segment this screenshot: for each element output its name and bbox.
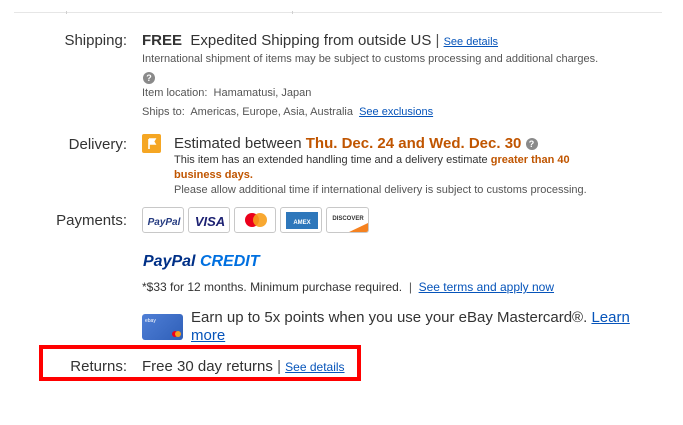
- returns-see-details-link[interactable]: See details: [285, 360, 344, 374]
- delivery-estimate-prefix: Estimated between: [174, 135, 302, 152]
- see-terms-link[interactable]: See terms and apply now: [419, 280, 554, 294]
- discover-card-icon: DISCOVER: [326, 207, 369, 233]
- delivery-info-icon[interactable]: ?: [525, 138, 538, 151]
- svg-text:AMEX: AMEX: [293, 220, 310, 226]
- divider-tick: [292, 11, 293, 14]
- item-location-label: Item location:: [142, 87, 208, 99]
- shipping-label: Shipping:: [64, 32, 127, 49]
- paypal-credit-terms: *$33 for 12 months. Minimum purchase req…: [142, 280, 554, 294]
- ebay-card-promo: Earn up to 5x points when you use your e…: [191, 309, 630, 326]
- paypal-card-icon: PayPal: [142, 207, 184, 233]
- flag-icon: [142, 134, 161, 153]
- payments-label: Payments:: [56, 212, 127, 229]
- handling-prefix: This item has an extended handling time …: [174, 154, 488, 166]
- shipping-see-details-link[interactable]: See details: [444, 36, 498, 48]
- handling-note: This item has an extended handling time …: [174, 154, 570, 166]
- learn-more-link-continued[interactable]: more: [191, 327, 225, 344]
- divider-tick: [66, 11, 67, 14]
- delivery-label: Delivery:: [68, 136, 127, 153]
- ships-to-label: Ships to:: [142, 106, 185, 118]
- top-divider: [14, 11, 662, 14]
- paypal-credit-credit: CREDIT: [199, 253, 260, 270]
- see-exclusions-link[interactable]: See exclusions: [359, 106, 433, 118]
- handling-highlight-2: business days.: [174, 169, 253, 181]
- paypal-credit-paypal: PayPal: [143, 253, 196, 270]
- allow-time-note: Please allow additional time if internat…: [174, 184, 587, 196]
- returns-text: Free 30 day returns: [142, 358, 273, 375]
- returns-summary: Free 30 day returns | See details: [142, 358, 345, 375]
- ships-to-value: Americas, Europe, Asia, Australia: [190, 106, 353, 118]
- learn-more-link[interactable]: Learn: [591, 309, 629, 326]
- item-location-value: Hamamatusi, Japan: [213, 87, 312, 99]
- ships-to: Ships to: Americas, Europe, Asia, Austra…: [142, 106, 433, 118]
- returns-label: Returns:: [70, 358, 127, 375]
- shipping-method: Expedited Shipping from outside US: [190, 32, 432, 49]
- item-location: Item location: Hamamatusi, Japan: [142, 87, 311, 99]
- amex-card-icon: AMEX: [280, 207, 322, 233]
- visa-card-icon: VISA: [188, 207, 230, 233]
- shipping-free: FREE: [142, 32, 183, 49]
- shipping-summary: FREE Expedited Shipping from outside US …: [142, 32, 498, 49]
- svg-text:PayPal: PayPal: [148, 217, 181, 228]
- separator: |: [435, 32, 440, 49]
- paypal-credit-logo: PayPal CREDIT: [143, 253, 260, 271]
- svg-text:ebay: ebay: [145, 318, 156, 324]
- handling-highlight: greater than 40: [490, 154, 570, 166]
- svg-text:VISA: VISA: [195, 214, 225, 229]
- ebay-mastercard-icon: ebay: [142, 314, 183, 340]
- shipping-info-icon[interactable]: ?: [143, 69, 155, 87]
- separator: |: [277, 358, 281, 375]
- separator: |: [408, 280, 412, 294]
- credit-terms-text: *$33 for 12 months. Minimum purchase req…: [142, 280, 403, 294]
- mastercard-card-icon: [234, 207, 276, 233]
- delivery-dates: Thu. Dec. 24 and Wed. Dec. 30: [305, 135, 522, 152]
- ebay-card-promo-text: Earn up to 5x points when you use your e…: [191, 309, 588, 326]
- delivery-estimate: Estimated between Thu. Dec. 24 and Wed. …: [174, 135, 538, 152]
- svg-text:DISCOVER: DISCOVER: [332, 216, 364, 222]
- shipping-note: International shipment of items may be s…: [142, 53, 599, 65]
